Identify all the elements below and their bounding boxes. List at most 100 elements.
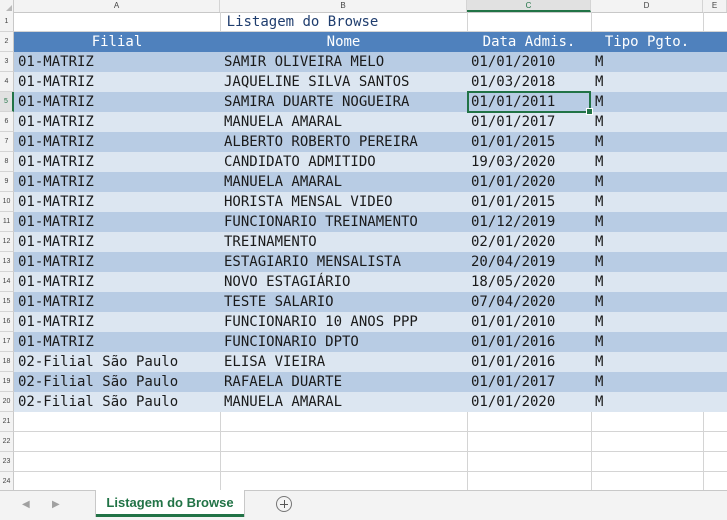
row-header-7[interactable]: 7 <box>0 132 14 152</box>
cell-filial[interactable]: 01-MATRIZ <box>14 252 220 272</box>
spreadsheet-grid[interactable]: ABCDE 1 2 3 4 5 6 7 8 9 10 11 12 13 14 15 16 17 18 19 20 21 2… <box>0 0 727 490</box>
cell-tipo[interactable]: M <box>591 352 703 372</box>
column-header-a[interactable]: A <box>14 0 220 12</box>
cell-filial[interactable]: 02-Filial São Paulo <box>14 352 220 372</box>
cell-tipo[interactable]: M <box>591 172 703 192</box>
cell-filial[interactable]: 01-MATRIZ <box>14 52 220 72</box>
row-header-15[interactable]: 15 <box>0 292 14 312</box>
cell-data[interactable]: 01/01/2016 <box>467 332 591 352</box>
cell-nome[interactable]: CANDIDATO ADMITIDO <box>220 152 467 172</box>
cell-filial[interactable]: 01-MATRIZ <box>14 92 220 112</box>
cell-nome[interactable]: TREINAMENTO <box>220 232 467 252</box>
cell-tipo[interactable]: M <box>591 92 703 112</box>
cell-data[interactable]: 01/01/2010 <box>467 52 591 72</box>
chevron-left-icon[interactable]: ◀ <box>22 499 30 510</box>
cell-nome[interactable]: ELISA VIEIRA <box>220 352 467 372</box>
cell-data[interactable]: 01/01/2020 <box>467 172 591 192</box>
plus-circle-icon[interactable] <box>276 496 292 512</box>
cell-data[interactable]: 20/04/2019 <box>467 252 591 272</box>
cell-nome[interactable]: MANUELA AMARAL <box>220 172 467 192</box>
row-header-17[interactable]: 17 <box>0 332 14 352</box>
cell-tipo[interactable]: M <box>591 332 703 352</box>
cell-data[interactable]: 01/01/2015 <box>467 192 591 212</box>
cell-nome[interactable]: SAMIRA DUARTE NOGUEIRA <box>220 92 467 112</box>
row-header-13[interactable]: 13 <box>0 252 14 272</box>
row-header-24[interactable]: 24 <box>0 472 14 490</box>
cell-filial[interactable]: 01-MATRIZ <box>14 112 220 132</box>
cell-filial[interactable]: 01-MATRIZ <box>14 312 220 332</box>
row-header-3[interactable]: 3 <box>0 52 14 72</box>
row-header-19[interactable]: 19 <box>0 372 14 392</box>
cell-nome[interactable]: MANUELA AMARAL <box>220 112 467 132</box>
cell-filial[interactable]: 01-MATRIZ <box>14 212 220 232</box>
header-nome[interactable]: Nome <box>220 32 467 52</box>
cell-data[interactable]: 19/03/2020 <box>467 152 591 172</box>
cell-data[interactable]: 18/05/2020 <box>467 272 591 292</box>
cell-nome[interactable]: ALBERTO ROBERTO PEREIRA <box>220 132 467 152</box>
row-header-1[interactable]: 1 <box>0 12 14 32</box>
cell-tipo[interactable]: M <box>591 392 703 412</box>
row-header-23[interactable]: 23 <box>0 452 14 472</box>
row-header-11[interactable]: 11 <box>0 212 14 232</box>
cell-nome[interactable]: FUNCIONARIO 10 ANOS PPP <box>220 312 467 332</box>
chevron-right-icon[interactable]: ▶ <box>52 499 60 510</box>
row-header-12[interactable]: 12 <box>0 232 14 252</box>
row-header-18[interactable]: 18 <box>0 352 14 372</box>
row-header-22[interactable]: 22 <box>0 432 14 452</box>
header-filial[interactable]: Filial <box>14 32 220 52</box>
cell-nome[interactable]: NOVO ESTAGIÁRIO <box>220 272 467 292</box>
row-header-10[interactable]: 10 <box>0 192 14 212</box>
cell-filial[interactable]: 01-MATRIZ <box>14 192 220 212</box>
cell-filial[interactable]: 01-MATRIZ <box>14 172 220 192</box>
cell-filial[interactable]: 01-MATRIZ <box>14 332 220 352</box>
cell-data[interactable]: 01/01/2011 <box>467 92 591 112</box>
cell-nome[interactable]: TESTE SALARIO <box>220 292 467 312</box>
cell-tipo[interactable]: M <box>591 112 703 132</box>
cell-tipo[interactable]: M <box>591 312 703 332</box>
row-header-6[interactable]: 6 <box>0 112 14 132</box>
cell-data[interactable]: 02/01/2020 <box>467 232 591 252</box>
column-header-e[interactable]: E <box>703 0 727 12</box>
cell-nome[interactable]: ESTAGIARIO MENSALISTA <box>220 252 467 272</box>
cell-filial[interactable]: 01-MATRIZ <box>14 132 220 152</box>
cell-filial[interactable]: 01-MATRIZ <box>14 152 220 172</box>
cell-tipo[interactable]: M <box>591 152 703 172</box>
row-header-14[interactable]: 14 <box>0 272 14 292</box>
cell-nome[interactable]: HORISTA MENSAL VIDEO <box>220 192 467 212</box>
cell-data[interactable]: 01/01/2017 <box>467 112 591 132</box>
cell-tipo[interactable]: M <box>591 272 703 292</box>
cell-filial[interactable]: 01-MATRIZ <box>14 292 220 312</box>
row-header-4[interactable]: 4 <box>0 72 14 92</box>
column-header-d[interactable]: D <box>591 0 703 12</box>
row-header-5[interactable]: 5 <box>0 92 14 112</box>
row-header-8[interactable]: 8 <box>0 152 14 172</box>
cell-data[interactable]: 01/01/2015 <box>467 132 591 152</box>
cell-data[interactable]: 01/01/2020 <box>467 392 591 412</box>
column-header-b[interactable]: B <box>220 0 467 12</box>
cell-data[interactable]: 01/01/2010 <box>467 312 591 332</box>
cell-nome[interactable]: RAFAELA DUARTE <box>220 372 467 392</box>
cell-nome[interactable]: MANUELA AMARAL <box>220 392 467 412</box>
row-header-9[interactable]: 9 <box>0 172 14 192</box>
cell-tipo[interactable]: M <box>591 292 703 312</box>
cell-tipo[interactable]: M <box>591 232 703 252</box>
cell-data[interactable]: 01/03/2018 <box>467 72 591 92</box>
row-header-16[interactable]: 16 <box>0 312 14 332</box>
cell-data[interactable]: 01/01/2016 <box>467 352 591 372</box>
cell-data[interactable]: 01/12/2019 <box>467 212 591 232</box>
cell-nome[interactable]: JAQUELINE SILVA SANTOS <box>220 72 467 92</box>
cell-tipo[interactable]: M <box>591 212 703 232</box>
cell-filial[interactable]: 01-MATRIZ <box>14 72 220 92</box>
row-header-2[interactable]: 2 <box>0 32 14 52</box>
cell-filial[interactable]: 01-MATRIZ <box>14 232 220 252</box>
cell-nome[interactable]: FUNCIONARIO DPTO <box>220 332 467 352</box>
cell-tipo[interactable]: M <box>591 72 703 92</box>
cell-nome[interactable]: FUNCIONARIO TREINAMENTO <box>220 212 467 232</box>
tab-listagem-do-browse[interactable]: Listagem do Browse <box>96 490 244 517</box>
cell-tipo[interactable]: M <box>591 192 703 212</box>
header-tipo-pgto[interactable]: Tipo Pgto. <box>591 32 703 52</box>
header-data-admis[interactable]: Data Admis. <box>467 32 591 52</box>
cell-filial[interactable]: 02-Filial São Paulo <box>14 392 220 412</box>
cell-data[interactable]: 01/01/2017 <box>467 372 591 392</box>
cell-tipo[interactable]: M <box>591 372 703 392</box>
